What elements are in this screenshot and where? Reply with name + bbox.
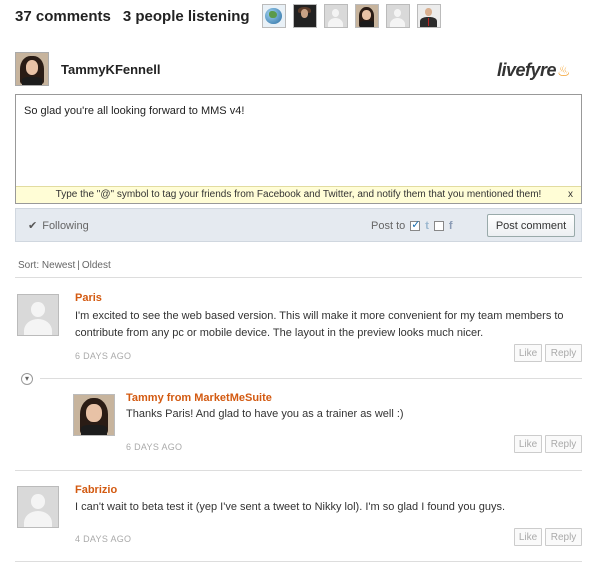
comment-author[interactable]: Fabrizio <box>75 484 117 496</box>
tag-tip: Type the "@" symbol to tag your friends … <box>16 186 581 203</box>
divider <box>40 378 582 379</box>
facebook-checkbox[interactable] <box>433 221 444 231</box>
comment-body: I can't wait to beta test it (yep I've s… <box>75 501 506 513</box>
reply-button[interactable]: Reply <box>545 435 582 453</box>
woman-avatar[interactable] <box>354 4 379 28</box>
sort-separator: | <box>77 260 80 271</box>
comment-author[interactable]: Tammy from MarketMeSuite <box>126 392 272 404</box>
divider <box>15 470 582 471</box>
flame-icon: ♨ <box>557 63 570 80</box>
close-icon[interactable]: x <box>568 187 573 203</box>
tag-tip-text: Type the "@" symbol to tag your friends … <box>55 189 542 200</box>
post-comment-button[interactable]: Post comment <box>487 214 575 237</box>
generic-avatar[interactable] <box>323 4 348 28</box>
generic-avatar[interactable] <box>385 4 410 28</box>
listener-avatars <box>261 4 441 28</box>
reply-button[interactable]: Reply <box>545 528 582 546</box>
divider <box>15 561 582 562</box>
composer-user: TammyKFennell <box>15 52 160 86</box>
post-to-options: Post to t f <box>371 218 453 232</box>
comment-composer[interactable]: So glad you're all looking forward to MM… <box>15 94 582 204</box>
comment-item: Fabrizio I can't wait to beta test it (y… <box>17 484 582 548</box>
sort-label: Sort: <box>18 260 40 271</box>
comment-timestamp[interactable]: 6 DAYS AGO <box>126 442 182 452</box>
collapse-thread-icon[interactable]: ▾ <box>21 373 33 385</box>
commenter-avatar[interactable] <box>73 394 115 436</box>
comment-item: Paris I'm excited to see the web based v… <box>17 292 582 366</box>
post-to-label: Post to <box>371 220 406 232</box>
comment-body: Thanks Paris! And glad to have you as a … <box>126 408 404 420</box>
user-avatar <box>15 52 49 86</box>
brand-text: livefyre <box>497 60 557 80</box>
following-label: Following <box>42 220 89 232</box>
sort-controls: Sort: Newest | Oldest <box>18 260 111 271</box>
comments-count: 37 comments <box>15 7 111 25</box>
facebook-icon: f <box>448 220 453 232</box>
composer-toolbar: ✔ Following Post to t f Post comment <box>15 208 582 242</box>
following-toggle[interactable]: ✔ Following <box>28 219 89 232</box>
comment-timestamp[interactable]: 6 DAYS AGO <box>75 351 131 361</box>
check-icon: ✔ <box>28 220 38 232</box>
commenter-avatar[interactable] <box>17 486 59 528</box>
sort-oldest[interactable]: Oldest <box>82 260 111 271</box>
comment-actions: Like Reply <box>514 435 582 453</box>
like-button[interactable]: Like <box>514 344 542 362</box>
comment-actions: Like Reply <box>514 528 582 546</box>
commenter-avatar[interactable] <box>17 294 59 336</box>
person-dark-avatar[interactable] <box>292 4 317 28</box>
divider <box>15 277 582 278</box>
like-button[interactable]: Like <box>514 528 542 546</box>
comment-timestamp[interactable]: 4 DAYS AGO <box>75 534 131 544</box>
sort-newest[interactable]: Newest <box>42 260 75 271</box>
composer-text[interactable]: So glad you're all looking forward to MM… <box>24 105 244 117</box>
reply-button[interactable]: Reply <box>545 344 582 362</box>
livefyre-logo[interactable]: livefyre♨ <box>497 60 570 81</box>
comment-author[interactable]: Paris <box>75 292 102 304</box>
comments-header: 37 comments 3 people listening <box>15 2 441 30</box>
twitter-icon: t <box>425 220 429 232</box>
twitter-checkbox[interactable] <box>410 218 420 231</box>
like-button[interactable]: Like <box>514 435 542 453</box>
composer-username: TammyKFennell <box>61 61 161 77</box>
globe-avatar[interactable] <box>261 4 286 28</box>
comment-reply-item: Tammy from MarketMeSuite Thanks Paris! A… <box>73 392 582 458</box>
listening-count: 3 people listening <box>122 7 250 25</box>
comment-body: I'm excited to see the web based version… <box>75 310 564 339</box>
comment-actions: Like Reply <box>514 344 582 362</box>
man-suit-avatar[interactable] <box>416 4 441 28</box>
